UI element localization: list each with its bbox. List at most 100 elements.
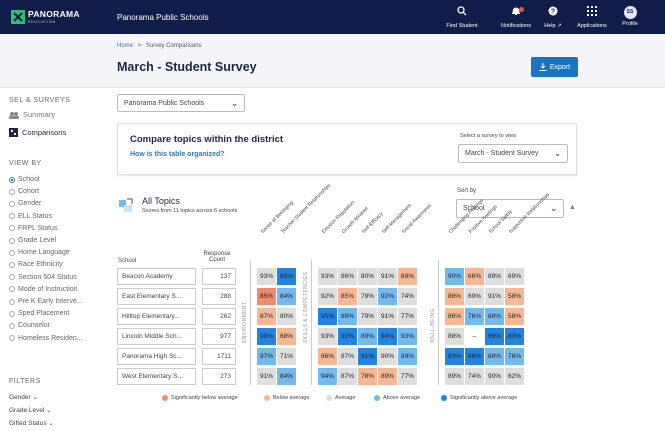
score-cell[interactable]: 69% <box>398 268 417 285</box>
score-cell[interactable]: 84% <box>277 368 296 385</box>
school-name-cell[interactable]: East Elementary S... <box>117 288 196 305</box>
filter-grade-level[interactable]: Grade Level ⌄ <box>9 406 52 414</box>
score-cell[interactable]: 89% <box>358 328 377 345</box>
school-name-cell[interactable]: Hilltop Elementary... <box>117 308 196 325</box>
view-by-option[interactable]: Sped Placement <box>9 310 69 317</box>
radio-button[interactable] <box>9 322 15 329</box>
score-cell[interactable]: 79% <box>358 308 377 325</box>
score-cell[interactable]: 93% <box>257 268 276 285</box>
radio-button[interactable] <box>9 237 15 244</box>
school-name-cell[interactable]: Panorama High Sc... <box>117 348 196 365</box>
score-cell[interactable]: 90% <box>445 268 464 285</box>
radio-button[interactable] <box>9 213 15 220</box>
view-by-option[interactable]: Home Language <box>9 249 70 256</box>
score-cell[interactable]: 92% <box>378 288 397 305</box>
score-cell[interactable]: 85% <box>277 268 296 285</box>
score-cell[interactable]: 80% <box>277 308 296 325</box>
score-cell[interactable]: 78% <box>358 368 377 385</box>
score-cell[interactable]: 91% <box>358 348 377 365</box>
score-cell[interactable]: 94% <box>318 368 337 385</box>
radio-button[interactable] <box>9 200 15 207</box>
score-cell[interactable]: 91% <box>378 308 397 325</box>
profile-button[interactable]: SS Profile <box>605 6 655 27</box>
score-cell[interactable]: 80% <box>358 268 377 285</box>
score-cell[interactable]: 94% <box>378 328 397 345</box>
score-cell[interactable]: 77% <box>398 368 417 385</box>
score-cell[interactable]: 87% <box>338 368 357 385</box>
view-by-option[interactable]: Mode of Instruction <box>9 286 78 293</box>
score-cell[interactable]: 86% <box>338 268 357 285</box>
breadcrumb-home-link[interactable]: Home <box>117 43 133 49</box>
score-cell[interactable]: 93% <box>318 328 337 345</box>
table-organization-help-link[interactable]: How is this table organized? <box>130 151 225 158</box>
score-cell[interactable]: -- <box>465 328 484 345</box>
score-cell[interactable]: 95% <box>318 308 337 325</box>
score-cell[interactable]: 89% <box>338 308 357 325</box>
view-by-option[interactable]: School <box>9 176 39 183</box>
view-by-option[interactable]: ELL Status <box>9 213 52 220</box>
score-cell[interactable]: 66% <box>465 268 484 285</box>
sidebar-item-summary[interactable]: Summary <box>9 110 55 119</box>
score-cell[interactable]: 86% <box>445 308 464 325</box>
find-student-button[interactable]: Find Student <box>437 6 487 29</box>
score-cell[interactable]: 90% <box>485 368 504 385</box>
score-cell[interactable]: 84% <box>277 288 296 305</box>
score-cell[interactable]: 88% <box>485 348 504 365</box>
score-cell[interactable]: 83% <box>505 328 524 345</box>
radio-button[interactable] <box>9 335 15 342</box>
score-cell[interactable]: 93% <box>318 268 337 285</box>
score-cell[interactable]: 89% <box>398 348 417 365</box>
score-cell[interactable]: 87% <box>338 348 357 365</box>
view-by-option[interactable]: Section 504 Status <box>9 274 77 281</box>
school-name-cell[interactable]: Beacon Academy <box>117 268 196 285</box>
sort-direction-icon[interactable]: ▲ <box>569 204 576 211</box>
view-by-option[interactable]: Cohort <box>9 188 39 195</box>
radio-button[interactable] <box>9 188 15 195</box>
filter-gender[interactable]: Gender ⌄ <box>9 393 38 401</box>
score-cell[interactable]: 77% <box>398 308 417 325</box>
score-cell[interactable]: 91% <box>485 288 504 305</box>
school-name-cell[interactable]: Lincoln Middle Sch... <box>117 328 196 345</box>
score-cell[interactable]: 89% <box>445 368 464 385</box>
score-cell[interactable]: 86% <box>445 288 464 305</box>
view-by-option[interactable]: Gender <box>9 200 41 207</box>
score-cell[interactable]: 76% <box>465 308 484 325</box>
score-cell[interactable]: 58% <box>505 288 524 305</box>
score-cell[interactable]: 93% <box>398 328 417 345</box>
radio-button[interactable] <box>9 176 15 183</box>
score-cell[interactable]: 91% <box>257 368 276 385</box>
score-cell[interactable]: 98% <box>257 328 276 345</box>
view-by-option[interactable]: Homeless Residen... <box>9 335 83 342</box>
score-cell[interactable]: 87% <box>257 308 276 325</box>
radio-button[interactable] <box>9 298 15 305</box>
view-by-option[interactable]: FRPL Status <box>9 225 57 232</box>
score-cell[interactable]: 69% <box>505 268 524 285</box>
score-cell[interactable]: 90% <box>378 348 397 365</box>
score-cell[interactable]: 71% <box>277 348 296 365</box>
score-cell[interactable]: 85% <box>257 288 276 305</box>
radio-button[interactable] <box>9 286 15 293</box>
score-cell[interactable]: 85% <box>338 288 357 305</box>
radio-button[interactable] <box>9 225 15 232</box>
score-cell[interactable]: 88% <box>445 328 464 345</box>
radio-button[interactable] <box>9 249 15 256</box>
score-cell[interactable]: 86% <box>318 348 337 365</box>
view-by-option[interactable]: Pre K Early Interve... <box>9 298 83 305</box>
score-cell[interactable]: 92% <box>318 288 337 305</box>
survey-select[interactable]: March - Student Survey ⌄ <box>458 144 568 163</box>
score-cell[interactable]: 79% <box>358 288 377 305</box>
radio-button[interactable] <box>9 274 15 281</box>
score-cell[interactable]: 89% <box>378 368 397 385</box>
view-by-option[interactable]: Grade Level <box>9 237 56 244</box>
score-cell[interactable]: 74% <box>398 288 417 305</box>
view-by-option[interactable]: Counselor <box>9 322 50 329</box>
score-cell[interactable]: 96% <box>485 328 504 345</box>
score-cell[interactable]: 69% <box>465 288 484 305</box>
score-cell[interactable]: 88% <box>465 348 484 365</box>
filter-gifted-status[interactable]: Gifted Status ⌄ <box>9 419 54 427</box>
score-cell[interactable]: 68% <box>277 328 296 345</box>
score-cell[interactable]: 58% <box>505 308 524 325</box>
district-select[interactable]: Panorama Public Schools ⌄ <box>117 94 245 112</box>
export-button[interactable]: Export <box>531 57 578 77</box>
score-cell[interactable]: 62% <box>505 368 524 385</box>
